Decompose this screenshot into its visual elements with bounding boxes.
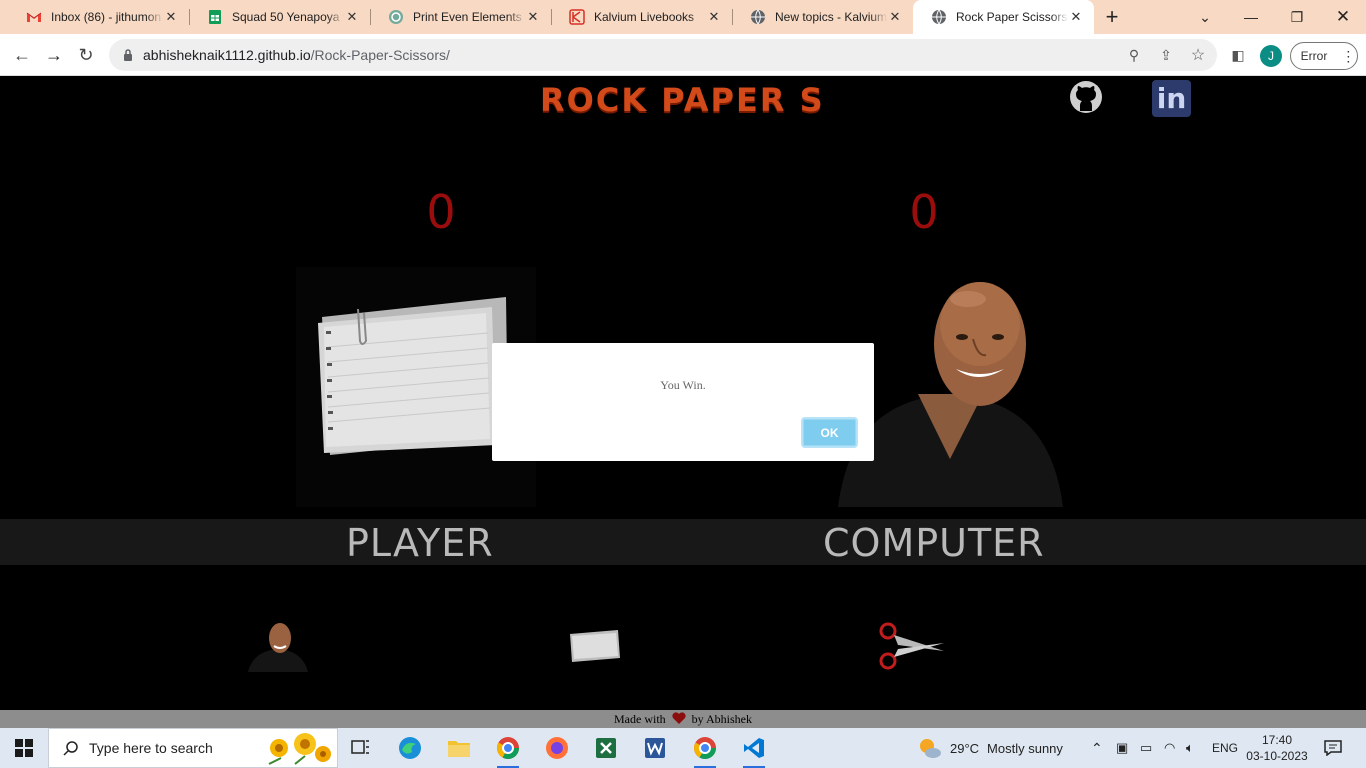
computer-score: 0: [909, 185, 939, 239]
vscode-icon[interactable]: [737, 734, 771, 768]
wifi-icon[interactable]: ◠: [1164, 728, 1175, 768]
paper-choice-button[interactable]: [568, 628, 621, 664]
tab-title: Rock Paper Scissors: [956, 10, 1068, 24]
close-tab-icon[interactable]: ✕: [887, 9, 903, 25]
tab-title: New topics - Kalvium: [775, 10, 887, 24]
edge-icon[interactable]: [393, 734, 427, 762]
tab-gmail[interactable]: Inbox (86) - jithumon ✕: [8, 0, 189, 34]
restore-icon[interactable]: ❐: [1274, 0, 1320, 34]
weather-sun-cloud-icon: [920, 739, 941, 758]
kalvium-icon: [569, 9, 585, 25]
search-icon: [63, 741, 78, 756]
tab-new-topics[interactable]: New topics - Kalvium ✕: [732, 0, 913, 34]
reload-icon[interactable]: ↻: [72, 42, 100, 68]
excel-icon[interactable]: [589, 734, 623, 762]
bookmark-star-icon[interactable]: ☆: [1189, 46, 1207, 64]
computer-label: COMPUTER: [823, 521, 1045, 565]
game-title: ROCK PAPER S: [540, 81, 825, 119]
player-computer-label-bar: PLAYER COMPUTER: [0, 519, 1366, 565]
rock-choice-button[interactable]: [248, 620, 308, 672]
language-indicator[interactable]: ENG: [1212, 728, 1238, 768]
search-placeholder: Type here to search: [89, 740, 213, 756]
footer-by: by Abhishek: [691, 712, 752, 726]
tab-title: Squad 50 Yenapoya w: [232, 10, 344, 24]
forward-icon[interactable]: →: [40, 42, 68, 68]
file-explorer-icon[interactable]: [442, 734, 476, 762]
clock-time: 17:40: [1261, 733, 1293, 747]
show-hidden-icons-icon[interactable]: ⌃: [1091, 728, 1103, 768]
tab-kalvium[interactable]: Kalvium Livebooks ✕: [551, 0, 732, 34]
alert-message: You Win.: [660, 378, 706, 392]
tab-search-icon[interactable]: ⌄: [1182, 0, 1228, 34]
chatgpt-icon: [389, 10, 403, 24]
word-icon[interactable]: [638, 734, 672, 762]
url-host: abhisheknaik1112.github.io: [143, 47, 311, 63]
globe-icon: [932, 9, 946, 25]
chrome-icon[interactable]: [688, 734, 722, 768]
error-label: Error: [1300, 49, 1328, 63]
weather-widget[interactable]: 29°C Mostly sunny: [918, 728, 1063, 768]
meet-now-icon[interactable]: ▣: [1116, 728, 1128, 768]
tab-title: Kalvium Livebooks: [594, 10, 695, 24]
flowers-icon: [268, 733, 331, 765]
share-icon[interactable]: ⇪: [1157, 46, 1175, 64]
linkedin-icon[interactable]: in: [1152, 80, 1191, 117]
close-tab-icon[interactable]: ✕: [706, 9, 722, 25]
windows-taskbar: Type here to search 29°C Mostly sunny ⌃ …: [0, 728, 1366, 768]
close-tab-icon[interactable]: ✕: [344, 9, 360, 25]
more-menu-icon[interactable]: ⋮: [1341, 48, 1355, 65]
battery-icon[interactable]: ▭: [1140, 728, 1152, 768]
browser-toolbar: ← → ↻ abhisheknaik1112.github.io/Rock-Pa…: [0, 34, 1366, 76]
weather-temp: 29°C: [950, 740, 980, 756]
player-score: 0: [426, 185, 456, 239]
new-tab-button[interactable]: +: [1094, 0, 1130, 34]
heart-icon: [672, 712, 686, 724]
github-icon[interactable]: [1069, 80, 1103, 114]
clock[interactable]: 17:40 03-10-2023: [1246, 728, 1308, 768]
minimize-icon[interactable]: —: [1228, 0, 1274, 34]
tab-chatgpt[interactable]: Print Even Elements ✕: [370, 0, 551, 34]
close-tab-icon[interactable]: ✕: [525, 9, 541, 25]
weather-text: Mostly sunny: [987, 740, 1063, 756]
lock-icon: [124, 49, 132, 61]
volume-icon[interactable]: 🔈︎: [1186, 728, 1194, 768]
tab-rock-paper-scissors[interactable]: Rock Paper Scissors ✕: [913, 0, 1094, 34]
tab-title: Inbox (86) - jithumon: [51, 10, 162, 24]
task-view-icon[interactable]: [344, 734, 378, 762]
player-label: PLAYER: [346, 521, 494, 565]
tab-sheets[interactable]: Squad 50 Yenapoya w ✕: [189, 0, 370, 34]
close-tab-icon[interactable]: ✕: [1068, 9, 1084, 25]
page-footer: Made with by Abhishek: [0, 710, 1366, 728]
taskbar-search-box[interactable]: Type here to search: [48, 728, 338, 768]
error-button[interactable]: Error ⋮: [1290, 42, 1358, 70]
notifications-icon[interactable]: [1322, 728, 1344, 768]
footer-made-with: Made with: [614, 712, 666, 726]
sheets-icon: [209, 10, 221, 24]
firefox-icon[interactable]: [540, 734, 574, 762]
profile-avatar[interactable]: J: [1260, 45, 1282, 67]
close-tab-icon[interactable]: ✕: [163, 9, 179, 25]
zoom-icon[interactable]: ⚲: [1125, 46, 1143, 64]
alert-dialog: You Win. OK: [492, 343, 874, 461]
close-window-icon[interactable]: ✕: [1320, 0, 1366, 34]
scissors-choice-button[interactable]: [878, 621, 946, 671]
back-icon[interactable]: ←: [8, 42, 36, 68]
chrome-profile-icon[interactable]: [491, 734, 525, 768]
globe-icon: [751, 9, 765, 25]
tab-strip: Inbox (86) - jithumon ✕ Squad 50 Yenapoy…: [0, 0, 1366, 34]
address-bar[interactable]: abhisheknaik1112.github.io/Rock-Paper-Sc…: [109, 39, 1217, 71]
ok-button[interactable]: OK: [801, 417, 858, 448]
windows-start-icon[interactable]: [0, 728, 48, 768]
side-panel-icon[interactable]: ◧: [1229, 46, 1247, 64]
tab-title: Print Even Elements: [413, 10, 522, 24]
gmail-icon: [26, 12, 42, 22]
clock-date: 03-10-2023: [1246, 749, 1308, 763]
url-path: /Rock-Paper-Scissors/: [310, 47, 450, 63]
